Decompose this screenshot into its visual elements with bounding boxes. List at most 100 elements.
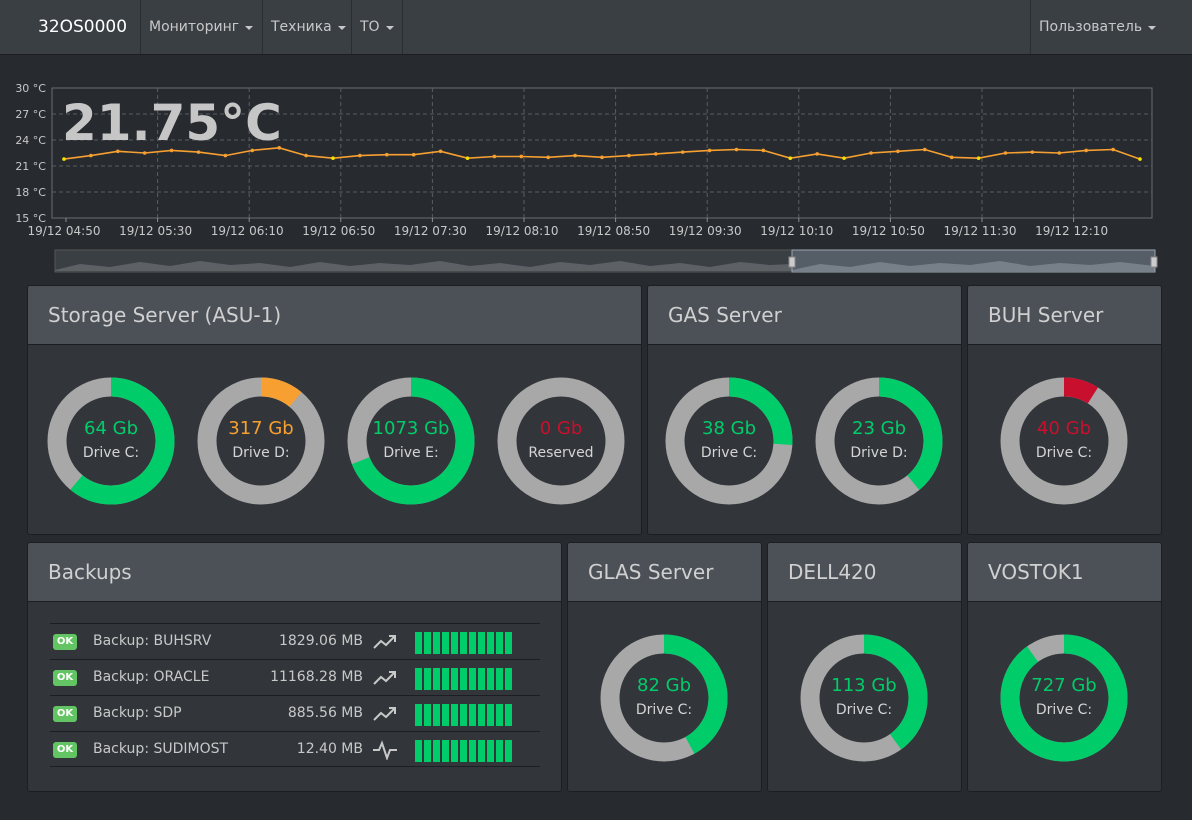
backup-history-bar (478, 704, 485, 726)
backup-history-bar (478, 740, 485, 762)
backup-row[interactable]: OK Backup: BUHSRV 1829.06 MB (50, 623, 540, 659)
temperature-point (923, 147, 927, 152)
drive-value: 23 Gb (852, 418, 906, 439)
drive-gauge[interactable]: 40 Gb Drive C: (999, 376, 1129, 506)
backup-size: 1829.06 MB (278, 633, 363, 649)
donut-chart (815, 377, 943, 505)
menu-user[interactable]: Пользователь (1030, 0, 1192, 54)
temperature-point (277, 146, 282, 150)
panel-dell420: DELL420 113 Gb Drive C: (767, 542, 962, 792)
y-tick-label: 18 °C (15, 186, 46, 199)
drive-gauge[interactable]: 317 Gb Drive D: (196, 376, 326, 506)
backup-history-bar (415, 632, 422, 654)
status-badge: OK (53, 742, 77, 758)
y-tick-label: 30 °C (15, 82, 46, 95)
temperature-point (1111, 147, 1115, 152)
drive-label: Drive D: (232, 445, 290, 461)
temperature-point (707, 148, 712, 153)
temperature-point (815, 152, 819, 156)
donut-track (197, 377, 325, 505)
x-tick-label: 19/12 07:30 (394, 224, 467, 238)
backup-row[interactable]: OK Backup: SDP 885.56 MB (50, 695, 540, 731)
trending-up-icon (373, 635, 396, 649)
drive-gauge[interactable]: 82 Gb Drive C: (599, 633, 729, 763)
drive-gauge[interactable]: 1073 Gb Drive E: (346, 376, 476, 506)
chevron-down-icon (1148, 26, 1157, 30)
menu-equipment[interactable]: Техника (262, 0, 354, 54)
chevron-down-icon (245, 26, 254, 30)
temperature-point (196, 150, 201, 154)
backup-history-bar (442, 704, 449, 726)
backup-history-bars (415, 668, 512, 690)
backup-history-bar (424, 632, 431, 654)
backup-history-bar (415, 740, 422, 762)
temperature-point (411, 152, 416, 157)
temperature-point (976, 156, 981, 160)
current-temperature: 21.75°C (62, 94, 282, 152)
temperature-point (627, 153, 631, 158)
temperature-point (358, 153, 362, 158)
backup-name: Backup: BUHSRV (93, 633, 212, 649)
backup-history-bar (469, 740, 476, 762)
backup-history-bar (424, 740, 431, 762)
backup-history-bar (469, 632, 476, 654)
menu-maintenance[interactable]: ТО (351, 0, 403, 54)
panel-storage-server: Storage Server (ASU-1) 64 Gb Drive C: 31… (27, 285, 642, 535)
backup-history-bars (415, 740, 512, 762)
donut-chart (47, 377, 175, 505)
donut-chart (600, 634, 728, 762)
trending-up-icon (373, 671, 396, 685)
backup-history-bar (442, 740, 449, 762)
navigator-left-handle[interactable] (788, 256, 796, 268)
drive-gauge[interactable]: 0 Gb Reserved (496, 376, 626, 506)
drive-gauge[interactable]: 64 Gb Drive C: (46, 376, 176, 506)
temperature-chart: 30 °C 27 °C 24 °C 21 °C 18 °C 15 °C 19/12 04:… (0, 80, 1192, 280)
donut-chart (1000, 377, 1128, 505)
backup-history-bar (496, 704, 503, 726)
temperature-chart-svg: 30 °C27 °C24 °C21 °C18 °C15 °C 19/12 04:… (15, 82, 1158, 273)
x-tick-label: 19/12 11:30 (944, 224, 1017, 238)
x-tick-label: 19/12 06:10 (211, 224, 284, 238)
temperature-point (250, 148, 255, 153)
backup-history-bar (505, 704, 512, 726)
drive-label: Drive C: (700, 445, 758, 461)
drive-label: Drive D: (850, 445, 908, 461)
backup-history-bar (415, 668, 422, 690)
menu-maintenance-label: ТО (360, 19, 380, 35)
backup-history-bar (505, 668, 512, 690)
temperature-point (869, 151, 873, 155)
backup-history-bar (442, 668, 449, 690)
backup-history-bars (415, 632, 512, 654)
temperature-point (788, 156, 793, 160)
backup-history-bar (487, 668, 494, 690)
backup-history-bar (460, 740, 467, 762)
backup-history-bar (478, 632, 485, 654)
drive-gauge[interactable]: 23 Gb Drive D: (814, 376, 944, 506)
backup-size: 11168.28 MB (270, 669, 363, 685)
backup-row[interactable]: OK Backup: SUDIMOST 12.40 MB (50, 731, 540, 767)
backup-name: Backup: SUDIMOST (93, 741, 229, 757)
backup-history-bar (496, 740, 503, 762)
navigator-right-handle[interactable] (1150, 256, 1158, 268)
temperature-point (896, 149, 900, 154)
drive-gauge[interactable]: 38 Gb Drive C: (664, 376, 794, 506)
backup-history-bar (460, 704, 467, 726)
backup-history-bar (478, 668, 485, 690)
temperature-point (949, 155, 954, 160)
backup-history-bar (505, 632, 512, 654)
temperature-point (1003, 151, 1008, 155)
menu-equipment-label: Техника (271, 19, 332, 35)
temperature-point (842, 156, 846, 160)
panel-title: VOSTOK1 (968, 543, 1161, 602)
temperature-point (89, 153, 93, 158)
x-tick-label: 19/12 08:10 (486, 224, 559, 238)
brand-title[interactable]: 32OS0000 (38, 17, 127, 37)
temperature-point (1084, 148, 1088, 153)
menu-monitoring[interactable]: Мониторинг (140, 0, 261, 54)
drive-gauge[interactable]: 113 Gb Drive C: (799, 633, 929, 763)
panel-title: DELL420 (768, 543, 961, 602)
backup-row[interactable]: OK Backup: ORACLE 11168.28 MB (50, 659, 540, 695)
drive-gauge[interactable]: 727 Gb Drive C: (999, 633, 1129, 763)
temperature-point (600, 155, 604, 160)
backup-history-bar (487, 704, 494, 726)
